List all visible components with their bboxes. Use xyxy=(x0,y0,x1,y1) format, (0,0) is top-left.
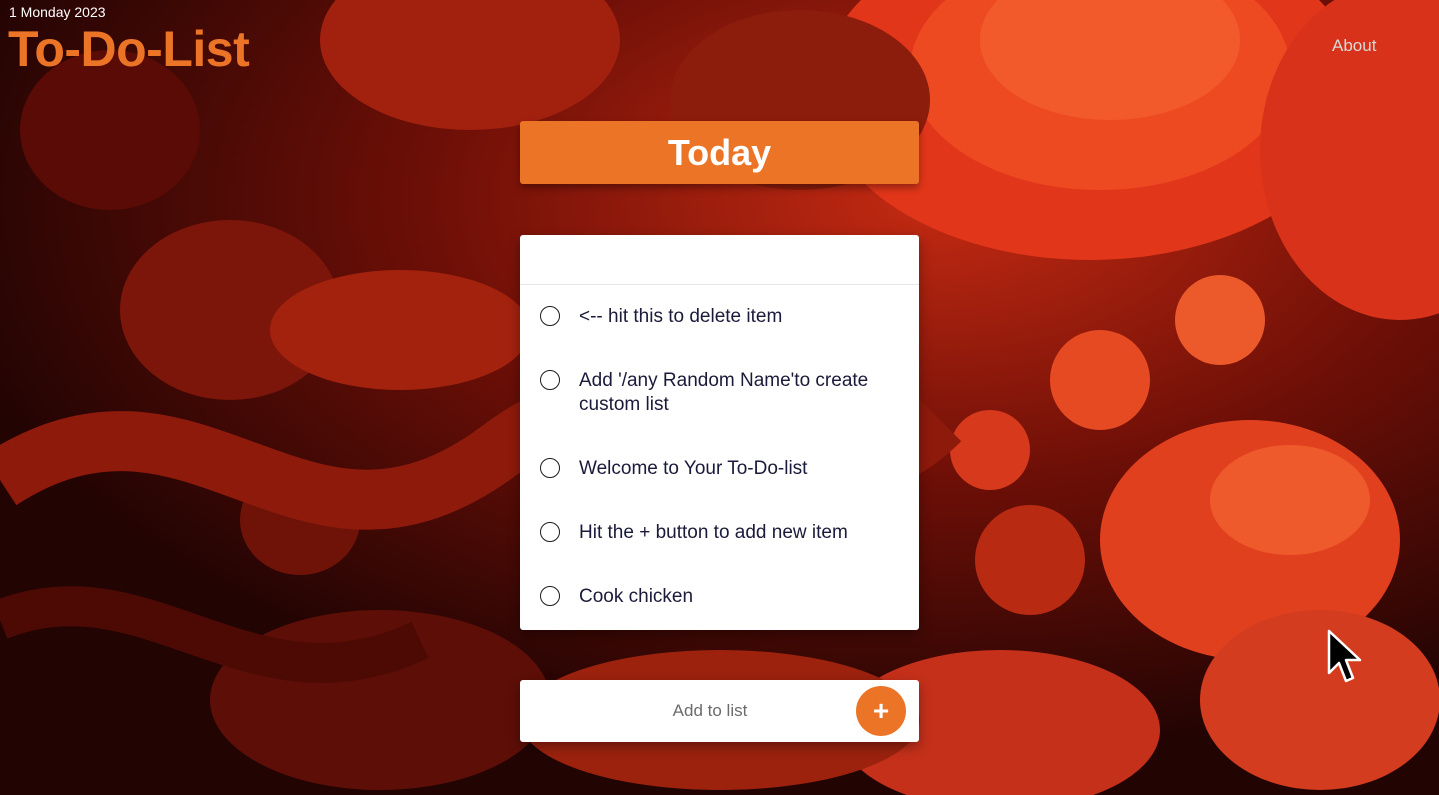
mouse-pointer-icon xyxy=(1327,629,1363,690)
list-item-text: <-- hit this to delete item xyxy=(579,306,783,327)
list-item-text: Cook chicken xyxy=(579,586,694,607)
brand-title: To-Do-List xyxy=(8,21,250,77)
list-item-text: Welcome to Your To-Do-list xyxy=(579,458,808,479)
about-link[interactable]: About xyxy=(1332,36,1376,56)
delete-item-checkbox[interactable] xyxy=(540,522,560,542)
delete-item-checkbox[interactable] xyxy=(540,458,560,478)
list-item: Welcome to Your To-Do-list xyxy=(520,457,919,481)
list-title: Today xyxy=(667,131,772,173)
delete-item-checkbox[interactable] xyxy=(540,370,560,390)
list-item-text: Add '/any Random Name'to create custom l… xyxy=(579,370,869,415)
delete-item-checkbox[interactable] xyxy=(540,586,560,606)
list-item: <-- hit this to delete item xyxy=(520,305,919,329)
list-item: Cook chicken xyxy=(520,585,919,609)
add-item-button[interactable]: + xyxy=(856,686,906,736)
list-card-header xyxy=(520,235,919,285)
delete-item-checkbox[interactable] xyxy=(540,306,560,326)
list-item-text: Hit the + button to add new item xyxy=(579,522,848,543)
list-item: Hit the + button to add new item xyxy=(520,521,919,545)
add-item-form: + xyxy=(520,680,919,742)
date-label: 1 Monday 2023 xyxy=(9,4,106,20)
list-item: Add '/any Random Name'to create custom l… xyxy=(520,369,919,417)
list-title-banner: Today xyxy=(520,121,919,184)
todo-list-card: <-- hit this to delete item Add '/any Ra… xyxy=(520,235,919,630)
new-item-input[interactable] xyxy=(560,695,860,727)
